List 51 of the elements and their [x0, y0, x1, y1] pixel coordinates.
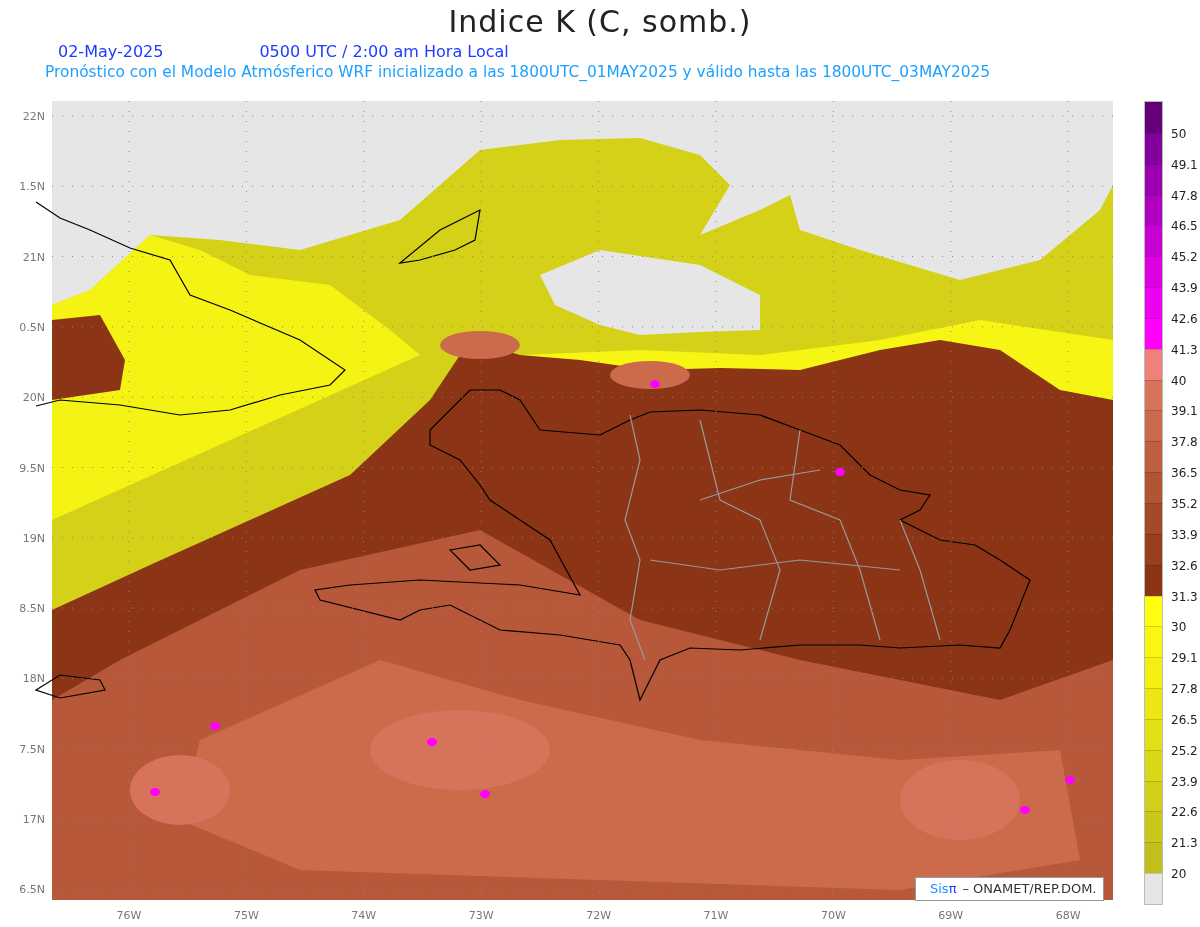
- longitude-label: 71W: [703, 909, 729, 922]
- scale-value-label: 20: [1171, 867, 1187, 882]
- longitude-label: 68W: [1055, 909, 1081, 922]
- longitude-label: 70W: [820, 909, 846, 922]
- latitude-label: 1.5N: [19, 180, 45, 194]
- date-label: 02-May-2025: [58, 42, 164, 62]
- latitude-label: 18N: [22, 672, 45, 686]
- scale-value-label: 30: [1171, 620, 1187, 635]
- latitude-label: 8.5N: [19, 602, 45, 616]
- scale-value-label: 47.8: [1171, 188, 1198, 203]
- longitude-label: 73W: [468, 909, 494, 922]
- forecast-subtitle: Pronóstico con el Modelo Atmósferico WRF inicializado a las 1800UTC_01MAY2025 y válido hasta las 1800UTC_03MAY2025: [44, 62, 992, 82]
- scale-value-label: 26.5: [1171, 712, 1198, 727]
- latitude-label: 9.5N: [19, 461, 45, 475]
- scale-value-label: 45.2: [1171, 250, 1198, 265]
- longitude-label: 75W: [233, 909, 259, 922]
- longitude-label: 74W: [351, 909, 377, 922]
- scale-value-label: 29.1: [1171, 651, 1198, 666]
- scale-value-label: 37.8: [1171, 435, 1198, 450]
- scale-value-label: 31.3: [1171, 589, 1198, 604]
- scale-value-label: 49.1: [1171, 157, 1198, 172]
- scale-value-label: 35.2: [1171, 496, 1198, 511]
- scale-value-label: 41.3: [1171, 342, 1198, 357]
- latitude-label: 6.5N: [19, 883, 45, 897]
- latitude-label: 17N: [22, 813, 45, 826]
- scale-value-label: 40: [1171, 373, 1187, 388]
- latitude-label: 22N: [22, 110, 45, 123]
- scale-value-label: 46.5: [1171, 219, 1198, 234]
- scale-value-label: 43.9: [1171, 281, 1198, 296]
- longitude-label: 76W: [116, 909, 142, 922]
- scale-value-label: 42.6: [1171, 311, 1198, 326]
- latitude-label: 20N: [22, 391, 45, 405]
- scale-value-label: 33.9: [1171, 527, 1198, 542]
- longitude-label: 72W: [586, 909, 612, 922]
- chart-title: Indice K (C, somb.): [447, 3, 753, 41]
- scale-value-label: 50: [1171, 126, 1187, 141]
- credit-label: Sisπ – ONAMET/REP.DOM.: [915, 877, 1104, 901]
- scale-value-label: 22.6: [1171, 805, 1198, 820]
- time-label: 0500 UTC / 2:00 am Hora Local: [259, 42, 509, 62]
- scale-value-label: 21.3: [1171, 836, 1198, 851]
- scale-value-label: 36.5: [1171, 466, 1198, 481]
- scale-value-label: 23.9: [1171, 774, 1198, 789]
- latitude-label: 19N: [22, 531, 45, 545]
- scale-value-label: 27.8: [1171, 682, 1198, 697]
- scale-value-label: 32.6: [1171, 558, 1198, 573]
- scale-value-label: 25.2: [1171, 743, 1198, 758]
- latitude-label: 0.5N: [19, 320, 45, 334]
- latitude-label: 7.5N: [19, 742, 45, 756]
- latitude-label: 21N: [22, 250, 45, 264]
- scale-value-label: 39.1: [1171, 404, 1198, 419]
- longitude-label: 69W: [938, 909, 964, 922]
